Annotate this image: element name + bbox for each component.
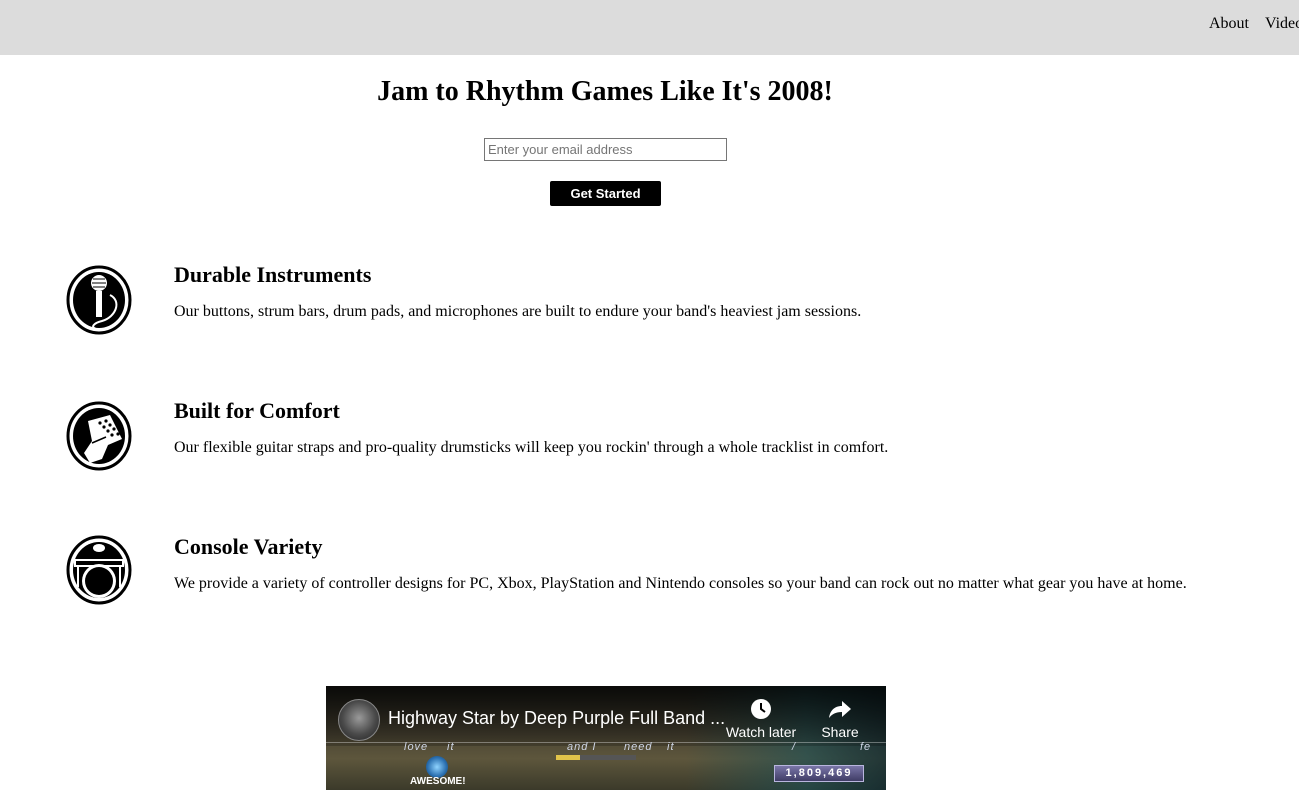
lyric-word: it (447, 741, 455, 753)
feature-desc-console: We provide a variety of controller desig… (174, 575, 1187, 592)
lyric-word: fe (860, 741, 872, 753)
lyric-word: it (667, 741, 675, 753)
hero-title: Jam to Rhythm Games Like It's 2008! (377, 76, 833, 107)
rating-text: AWESOME! (410, 776, 466, 787)
guitar-headstock-icon (66, 401, 132, 471)
lyric-line: love it and I need it / fe (326, 741, 886, 755)
lyric-word: love (404, 741, 429, 753)
channel-avatar[interactable] (338, 699, 380, 741)
watch-later-button[interactable]: Watch later (721, 698, 801, 740)
feature-title-console: Console Variety (174, 534, 323, 559)
score-display: 1,809,469 (774, 765, 864, 782)
video-embed[interactable]: Highway Star by Deep Purple Full Band ..… (326, 686, 886, 790)
share-label: Share (821, 724, 859, 740)
nav-link-video[interactable]: Video (1265, 15, 1299, 33)
feature-title-comfort: Built for Comfort (174, 398, 340, 423)
feature-title-durable: Durable Instruments (174, 262, 372, 287)
microphone-icon (66, 265, 132, 335)
video-title[interactable]: Highway Star by Deep Purple Full Band ..… (388, 708, 725, 729)
email-input[interactable] (484, 138, 727, 161)
drum-kit-icon (66, 535, 132, 605)
lyric-word: / (792, 741, 797, 753)
site-header: About Video (0, 0, 1299, 55)
star-power-meter-fill (556, 755, 580, 760)
clock-icon (751, 699, 771, 719)
nav-link-about[interactable]: About (1209, 15, 1249, 33)
star-power-meter (556, 755, 636, 760)
lyric-word: need (624, 741, 653, 753)
feature-desc-durable: Our buttons, strum bars, drum pads, and … (174, 303, 862, 320)
watch-later-label: Watch later (725, 724, 797, 740)
get-started-button[interactable]: Get Started (550, 181, 661, 206)
rating-badge-icon (426, 756, 448, 778)
share-button[interactable]: Share (800, 698, 880, 740)
share-arrow-icon (829, 701, 851, 718)
nav-bar: About Video (1209, 15, 1299, 33)
lyric-word: and I (567, 741, 597, 753)
feature-desc-comfort: Our flexible guitar straps and pro-quali… (174, 439, 889, 456)
